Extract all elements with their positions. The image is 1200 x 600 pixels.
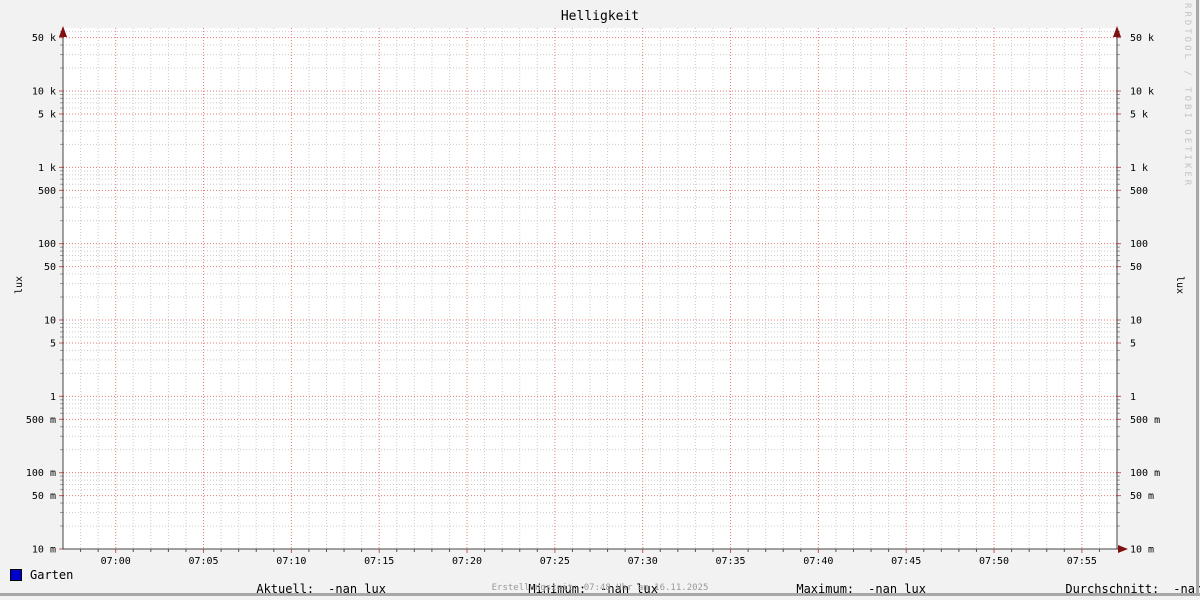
y-tick-label-right: 500 m bbox=[1130, 415, 1160, 426]
y-tick-label-right: 5 k bbox=[1130, 109, 1148, 120]
y-tick-label-left: 5 k bbox=[38, 109, 56, 120]
y-tick-label-right: 100 bbox=[1130, 239, 1148, 250]
x-tick-label: 07:45 bbox=[891, 556, 921, 567]
y-tick-label-right: 10 k bbox=[1130, 87, 1154, 98]
x-tick-label: 07:25 bbox=[540, 556, 570, 567]
creation-timestamp: Erstellungszeit: 07:48 Uhr am 16.11.2025 bbox=[491, 583, 709, 593]
legend-color-swatch bbox=[10, 569, 22, 581]
x-tick-label: 07:50 bbox=[979, 556, 1009, 567]
x-axis-labels: 07:00 07:05 07:10 07:15 07:20 07:25 07:30 07:35… bbox=[101, 556, 1097, 567]
y-tick-label-right: 1 bbox=[1130, 392, 1136, 403]
y-tick-label-left: 10 bbox=[44, 316, 56, 327]
y-tick-label-right: 5 bbox=[1130, 338, 1136, 349]
y-tick-label-left: 100 bbox=[38, 239, 56, 250]
y-tick-label-left: 500 bbox=[38, 186, 56, 197]
y-tick-label-left: 5 bbox=[50, 338, 56, 349]
y-tick-label-right: 500 bbox=[1130, 186, 1148, 197]
chart-plot: 07:00 07:05 07:10 07:15 07:20 07:25 07:30 07:35… bbox=[26, 26, 1160, 567]
y-tick-label-left: 50 k bbox=[32, 33, 56, 44]
rrdtool-graph-image: Helligkeit 07:00 07:05 07:10 07:15 07:20 07:2… bbox=[0, 0, 1200, 600]
y-tick-label-left: 50 m bbox=[32, 491, 56, 502]
image-bevel-right bbox=[1196, 0, 1199, 596]
y-tick-label-left: 10 m bbox=[32, 545, 56, 556]
x-tick-label: 07:10 bbox=[276, 556, 306, 567]
y-axis-labels-right: 10 m 50 m 100 m 500 m 1 5 10 50 100 500 1 k 5 k 10 k… bbox=[1130, 33, 1160, 555]
y-tick-label-left: 50 bbox=[44, 262, 56, 273]
y-tick-label-right: 10 m bbox=[1130, 545, 1154, 556]
y-tick-label-right: 50 k bbox=[1130, 33, 1154, 44]
image-bevel-bottom bbox=[0, 593, 1200, 596]
y-tick-label-left: 500 m bbox=[26, 415, 56, 426]
y-tick-label-right: 50 m bbox=[1130, 491, 1154, 502]
y-tick-label-left: 1 k bbox=[38, 163, 56, 174]
x-tick-label: 07:30 bbox=[628, 556, 658, 567]
x-tick-label: 07:00 bbox=[101, 556, 131, 567]
y-tick-label-left: 1 bbox=[50, 392, 56, 403]
y-tick-label-left: 100 m bbox=[26, 468, 56, 479]
x-tick-label: 07:40 bbox=[803, 556, 833, 567]
x-tick-label: 07:55 bbox=[1067, 556, 1097, 567]
x-tick-label: 07:20 bbox=[452, 556, 482, 567]
rrdtool-watermark: RRDTOOL / TOBI OETIKER bbox=[1182, 3, 1192, 189]
y-tick-label-right: 1 k bbox=[1130, 163, 1148, 174]
y-axis-unit-left: lux bbox=[14, 275, 25, 295]
y-tick-label-right: 10 bbox=[1130, 316, 1142, 327]
x-tick-label: 07:15 bbox=[364, 556, 394, 567]
y-tick-label-left: 10 k bbox=[32, 87, 56, 98]
y-axis-unit-right: lux bbox=[1174, 275, 1185, 295]
y-tick-label-right: 100 m bbox=[1130, 468, 1160, 479]
legend-series-label: Garten bbox=[30, 568, 74, 582]
x-tick-label: 07:05 bbox=[188, 556, 218, 567]
x-tick-label: 07:35 bbox=[715, 556, 745, 567]
y-axis-labels-left: 10 m 50 m 100 m 500 m 1 5 10 50 100 500 1 k 5 k 10 k… bbox=[26, 33, 56, 555]
y-tick-label-right: 50 bbox=[1130, 262, 1142, 273]
x-axis-arrow bbox=[1118, 545, 1128, 553]
